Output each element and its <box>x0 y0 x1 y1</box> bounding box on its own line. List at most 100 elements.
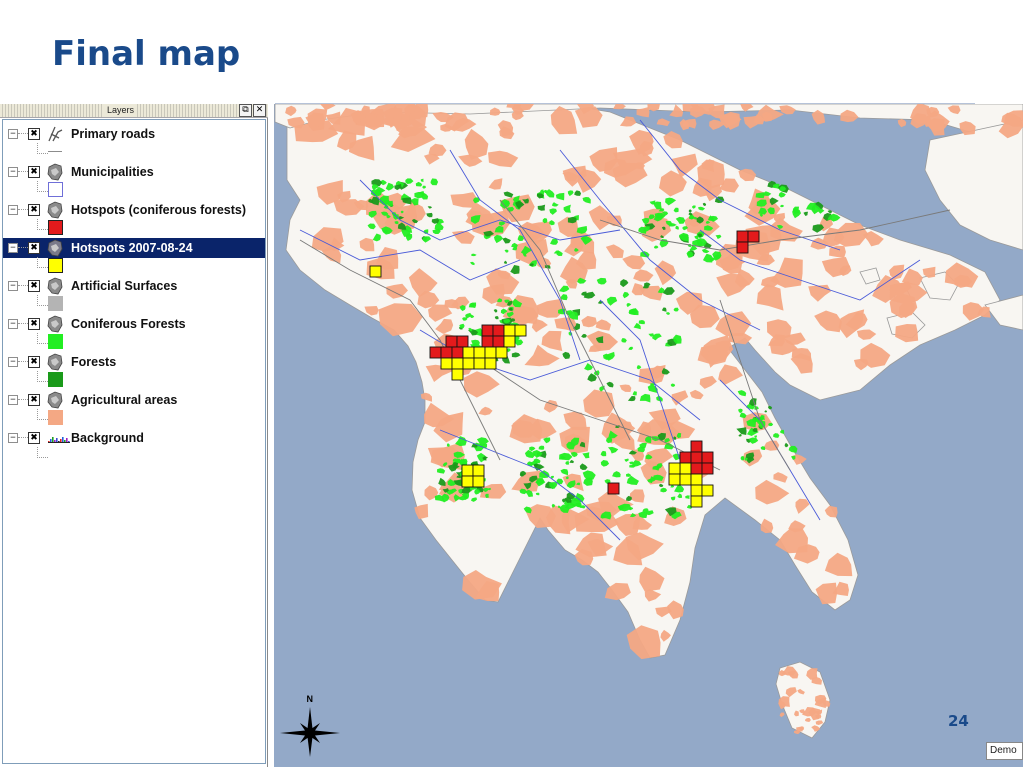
legend-color-swatch <box>48 410 63 425</box>
hotspot-cell <box>668 473 681 486</box>
collapse-toggle[interactable]: − <box>8 433 18 443</box>
layer-visibility-checkbox[interactable]: ✖ <box>28 356 40 368</box>
layer-visibility-checkbox[interactable]: ✖ <box>28 166 40 178</box>
layer-name: Forests <box>71 355 117 369</box>
hotspot-coniferous-cell <box>690 462 703 475</box>
polygon-layer-icon <box>47 201 63 219</box>
layer-item[interactable]: − ✖ Agricultural areas <box>3 390 265 428</box>
legend-color-swatch <box>48 334 63 349</box>
hotspot-coniferous-cell <box>492 324 505 337</box>
layer-visibility-checkbox[interactable]: ✖ <box>28 318 40 330</box>
tree-connector <box>18 209 28 210</box>
layer-item-header[interactable]: − ✖ Coniferous Forests <box>3 314 265 334</box>
polygon-layer-icon <box>47 239 63 257</box>
collapse-toggle[interactable]: − <box>8 281 18 291</box>
close-panel-button[interactable]: ✕ <box>253 104 266 117</box>
layer-visibility-checkbox[interactable]: ✖ <box>28 128 40 140</box>
polygon-layer-icon <box>47 391 63 409</box>
hotspot-coniferous-cell <box>701 451 714 464</box>
layer-item[interactable]: − ✖ Artificial Surfaces <box>3 276 265 314</box>
hotspot-cell <box>690 473 703 486</box>
layer-item[interactable]: − ✖ Municipalities <box>3 162 265 200</box>
hotspot-cell <box>451 357 464 370</box>
legend-color-swatch <box>48 220 63 235</box>
layers-panel-titlebar[interactable]: Layers ⧉ ✕ <box>0 104 268 118</box>
layer-item-header[interactable]: − ✖ Municipalities <box>3 162 265 182</box>
hotspot-coniferous-cell <box>679 451 692 464</box>
hotspot-cell <box>451 368 464 381</box>
hotspot-coniferous-cell <box>736 241 749 254</box>
tree-connector <box>18 285 28 286</box>
layer-item-header[interactable]: − ✖ Hotspots (coniferous forests) <box>3 200 265 220</box>
tree-connector <box>37 447 48 458</box>
layer-item[interactable]: − ✖ Forests <box>3 352 265 390</box>
layer-item[interactable]: − ✖ Coniferous Forests <box>3 314 265 352</box>
map-view[interactable]: N <box>274 104 1023 767</box>
layer-item[interactable]: − ✖ Primary roads <box>3 124 265 162</box>
collapse-toggle[interactable]: − <box>8 319 18 329</box>
collapse-toggle[interactable]: − <box>8 395 18 405</box>
layer-visibility-checkbox[interactable]: ✖ <box>28 204 40 216</box>
tree-connector <box>18 361 28 362</box>
collapse-toggle[interactable]: − <box>8 205 18 215</box>
hotspot-cell <box>461 464 474 477</box>
layer-visibility-checkbox[interactable]: ✖ <box>28 242 40 254</box>
hotspot-cell <box>472 464 485 477</box>
hotspot-cell <box>690 495 703 508</box>
collapse-toggle[interactable]: − <box>8 167 18 177</box>
layer-item[interactable]: − ✖ Background <box>3 428 265 466</box>
layer-item-header[interactable]: − ✖ Hotspots 2007-08-24 <box>3 238 265 258</box>
hotspot-coniferous-cell <box>492 335 505 348</box>
hotspot-cell <box>462 357 475 370</box>
float-panel-button[interactable]: ⧉ <box>239 104 252 117</box>
hotspot-coniferous-cell <box>456 335 469 348</box>
layer-name: Background <box>71 431 144 445</box>
layer-name: Primary roads <box>71 127 156 141</box>
tree-connector <box>37 143 48 154</box>
layer-visibility-checkbox[interactable]: ✖ <box>28 280 40 292</box>
hotspot-cell <box>369 265 382 278</box>
legend-color-swatch <box>48 258 63 273</box>
tree-connector <box>18 133 28 134</box>
layer-name: Artificial Surfaces <box>71 279 178 293</box>
polygon-layer-icon <box>47 277 63 295</box>
layers-panel-title: Layers <box>104 104 138 117</box>
hotspot-coniferous-cell <box>701 462 714 475</box>
legend-line-symbol <box>48 151 62 152</box>
hotspot-cell <box>484 357 497 370</box>
hotspot-cell <box>472 475 485 488</box>
layer-item-header[interactable]: − ✖ Background <box>3 428 265 448</box>
layer-name: Municipalities <box>71 165 154 179</box>
hotspot-coniferous-cell <box>736 230 749 243</box>
collapse-toggle[interactable]: − <box>8 243 18 253</box>
layer-visibility-checkbox[interactable]: ✖ <box>28 432 40 444</box>
hotspot-cell <box>503 324 516 337</box>
layer-item[interactable]: − ✖ Hotspots 2007-08-24 <box>3 238 265 276</box>
tree-connector <box>37 181 48 192</box>
hotspot-cell <box>484 346 497 359</box>
hotspot-cell <box>462 346 475 359</box>
map-canvas[interactable]: N <box>274 104 1023 767</box>
hotspot-cell <box>514 324 527 337</box>
polygon-layer-icon <box>47 315 63 333</box>
legend-color-swatch <box>48 372 63 387</box>
hotspot-cell <box>679 473 692 486</box>
collapse-toggle[interactable]: − <box>8 129 18 139</box>
polygon-layer-icon <box>47 163 63 181</box>
layer-item[interactable]: − ✖ Hotspots (coniferous forests) <box>3 200 265 238</box>
layer-item-header[interactable]: − ✖ Forests <box>3 352 265 372</box>
hotspot-cell <box>473 346 486 359</box>
legend-color-swatch <box>48 296 63 311</box>
forest-area <box>567 216 577 224</box>
layer-name: Agricultural areas <box>71 393 178 407</box>
hotspot-cell <box>701 484 714 497</box>
layer-item-header[interactable]: − ✖ Artificial Surfaces <box>3 276 265 296</box>
layer-visibility-checkbox[interactable]: ✖ <box>28 394 40 406</box>
layer-name: Hotspots 2007-08-24 <box>71 241 193 255</box>
tree-connector <box>18 247 28 248</box>
layer-item-header[interactable]: − ✖ Agricultural areas <box>3 390 265 410</box>
hotspot-cell <box>440 357 453 370</box>
north-label: N <box>307 694 314 704</box>
collapse-toggle[interactable]: − <box>8 357 18 367</box>
layer-item-header[interactable]: − ✖ Primary roads <box>3 124 265 144</box>
